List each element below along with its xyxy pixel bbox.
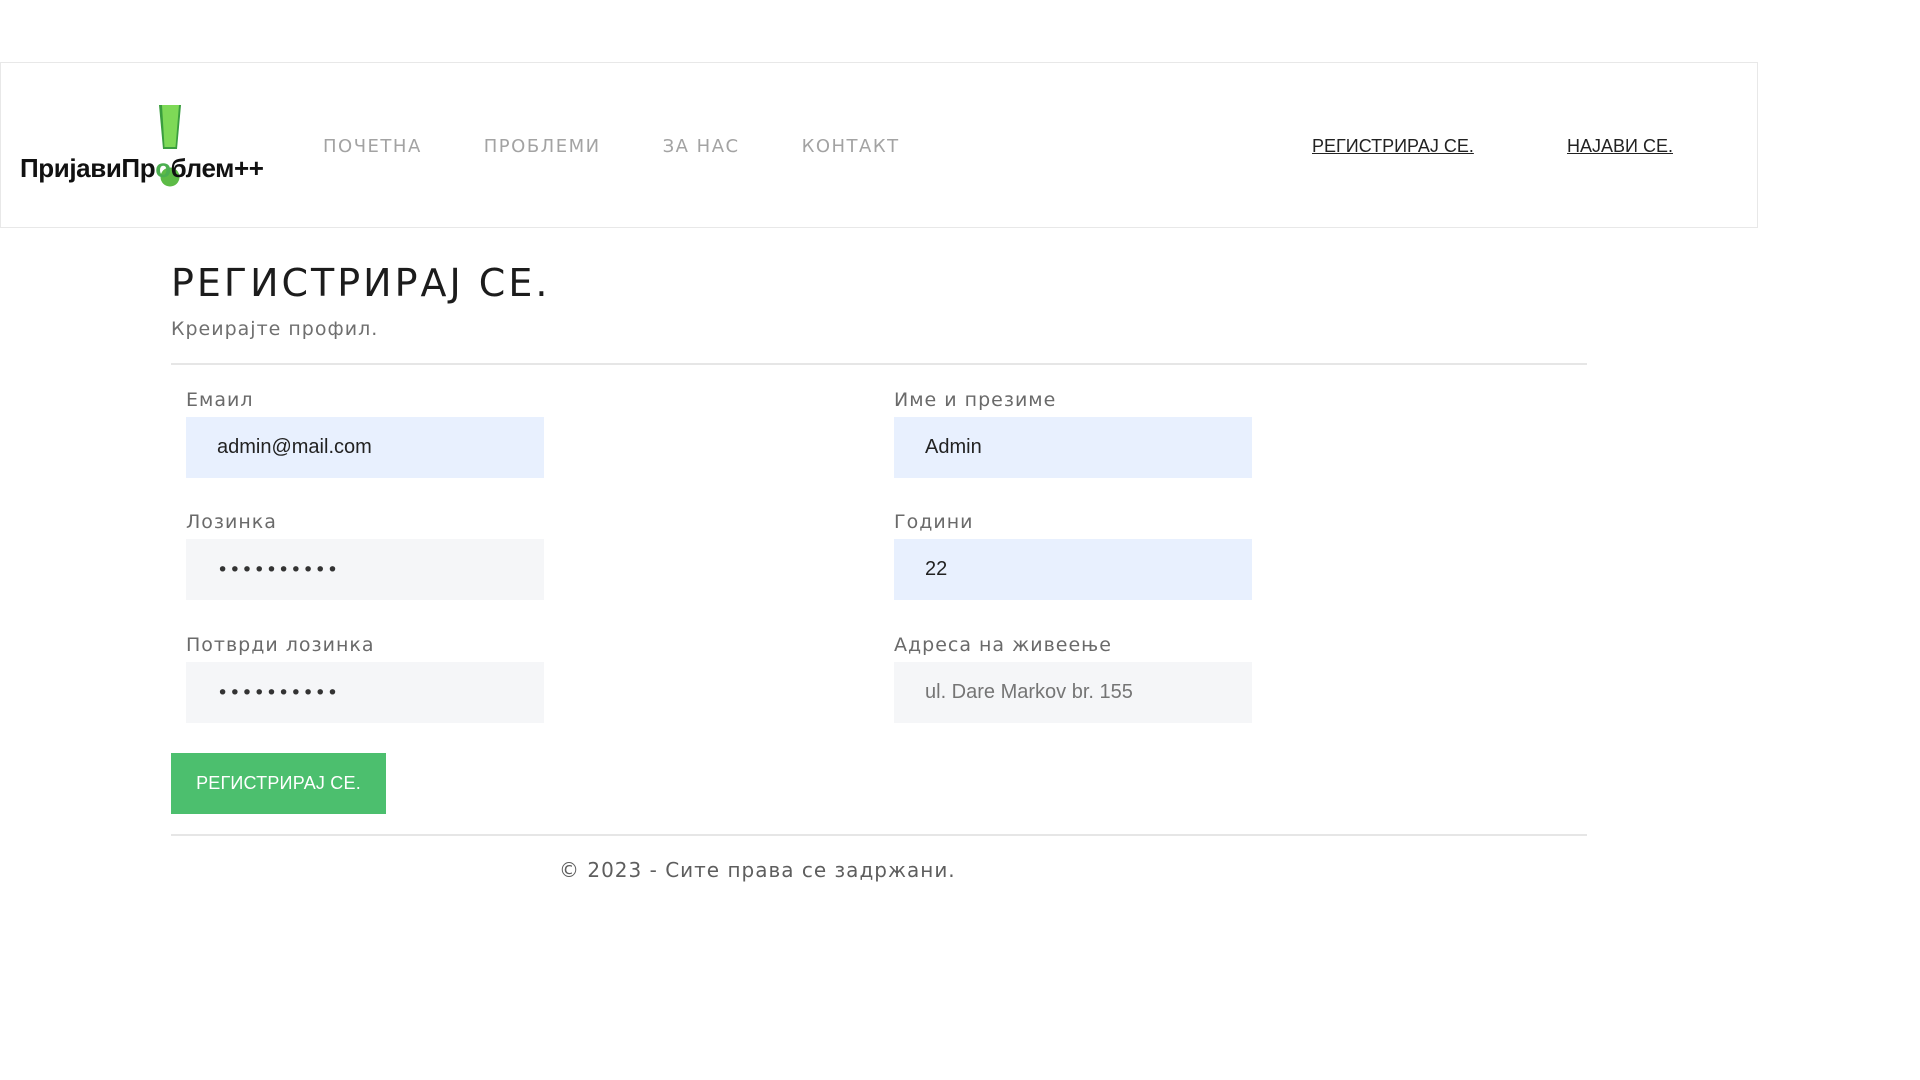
full-name-field-group: Име и презиме (894, 387, 1252, 478)
main-nav: ПОЧЕТНА ПРОБЛЕМИ ЗА НАС КОНТАКТ (323, 63, 962, 229)
password-field-group: Лозинка (186, 509, 544, 600)
site-header: ПријавиПроблем++ ПОЧЕТНА ПРОБЛЕМИ ЗА НАС… (0, 62, 1758, 228)
register-link[interactable]: РЕГИСТРИРАЈ СЕ. (1312, 63, 1474, 229)
password-field[interactable] (186, 539, 544, 600)
full-name-label: Име и презиме (894, 389, 1057, 411)
email-field[interactable] (186, 417, 544, 478)
password-label: Лозинка (186, 511, 277, 533)
nav-item-about[interactable]: ЗА НАС (663, 136, 740, 157)
page: ПријавиПроблем++ ПОЧЕТНА ПРОБЛЕМИ ЗА НАС… (0, 0, 1920, 1080)
confirm-password-label: Потврди лозинка (186, 634, 375, 656)
logo-text-part1: ПријавиПр (20, 153, 156, 183)
age-field[interactable] (894, 539, 1252, 600)
logo[interactable]: ПријавиПроблем++ (20, 105, 272, 189)
logo-text-part3: блем++ (170, 153, 264, 183)
logo-text: ПријавиПроблем++ (20, 153, 264, 184)
nav-item-problems[interactable]: ПРОБЛЕМИ (484, 136, 601, 157)
email-field-group: Емаил (186, 387, 544, 478)
nav-item-contact[interactable]: КОНТАКТ (802, 136, 900, 157)
login-link[interactable]: НАЈАВИ СЕ. (1567, 63, 1673, 229)
logo-text-accent: о (155, 153, 171, 183)
full-name-field[interactable] (894, 417, 1252, 478)
register-button[interactable]: РЕГИСТРИРАЈ СЕ. (171, 753, 386, 814)
page-title: РЕГИСТРИРАЈ СЕ. (171, 261, 551, 305)
confirm-password-field-group: Потврди лозинка (186, 632, 544, 723)
age-field-group: Години (894, 509, 1252, 600)
email-label: Емаил (186, 389, 254, 411)
age-label: Години (894, 511, 974, 533)
confirm-password-field[interactable] (186, 662, 544, 723)
address-field[interactable] (894, 662, 1252, 723)
nav-item-home[interactable]: ПОЧЕТНА (323, 136, 422, 157)
page-subtitle: Креирајте профил. (171, 318, 379, 340)
divider (171, 363, 1587, 365)
register-section: РЕГИСТРИРАЈ СЕ. Креирајте профил. Емаил … (171, 228, 1587, 882)
address-label: Адреса на живеење (894, 634, 1112, 656)
footer-copyright: © 2023 - Сите права се задржани. (559, 858, 956, 882)
address-field-group: Адреса на живеење (894, 632, 1252, 723)
divider (171, 834, 1587, 836)
